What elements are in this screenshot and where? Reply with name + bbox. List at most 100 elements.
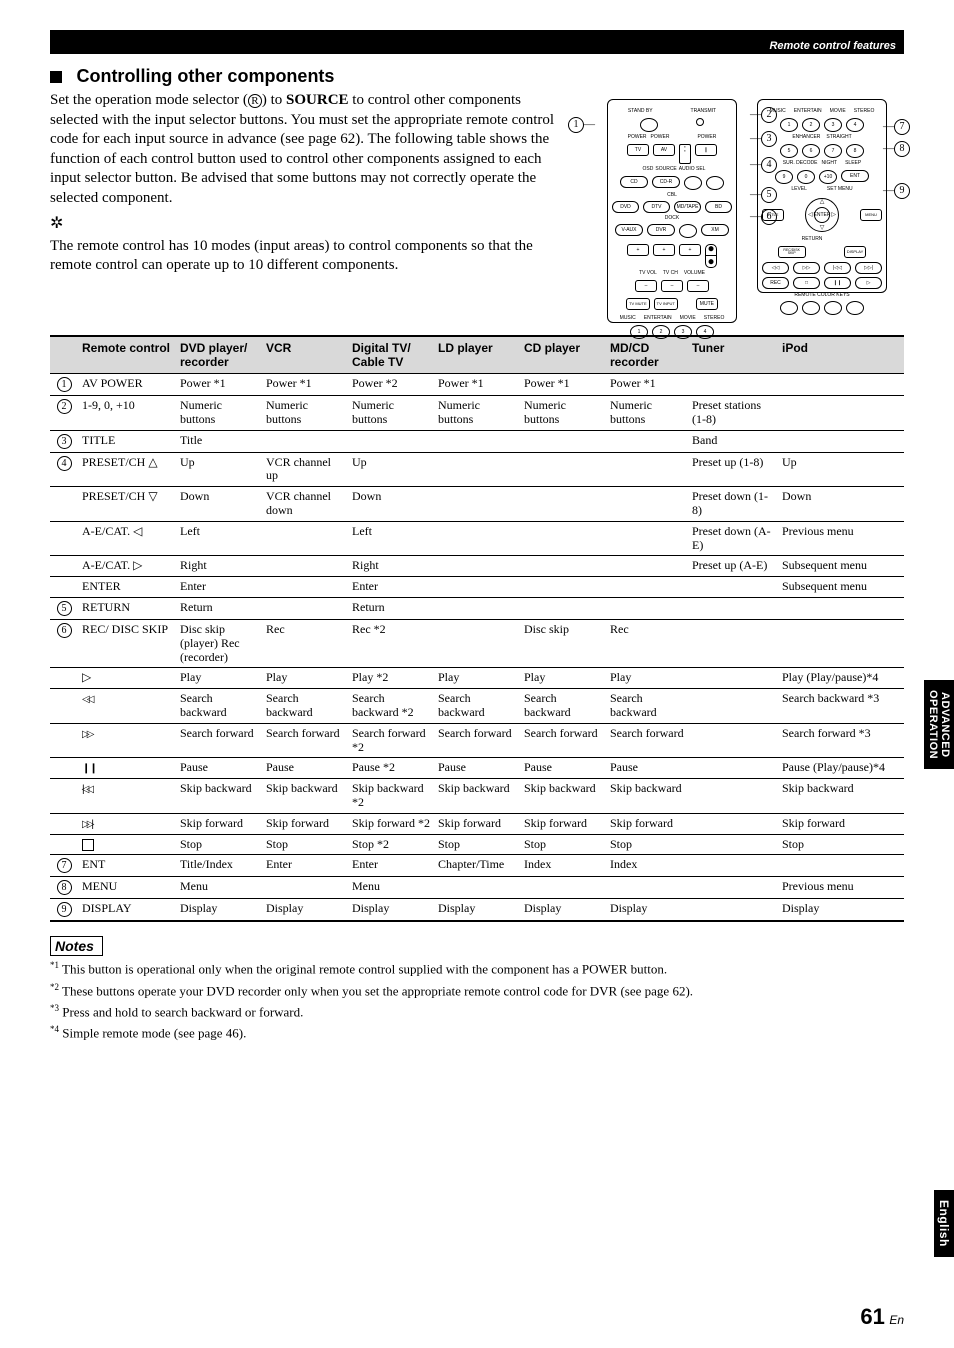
cell: Pause: [176, 758, 262, 779]
intro-paragraph: Set the operation mode selector (R) to S…: [50, 91, 570, 208]
heading: Controlling other components: [76, 66, 334, 86]
table-row: 4PRESET/CH △UpVCR channel upUpPreset up …: [50, 452, 904, 487]
cell: [688, 813, 778, 834]
cell: Play: [262, 668, 348, 689]
cell: [606, 556, 688, 577]
cell: Search forward: [606, 723, 688, 758]
table-body: 1AV POWERPower *1Power *1Power *2Power *…: [50, 374, 904, 922]
cell: Skip forward: [606, 813, 688, 834]
note-item: *4 Simple remote mode (see page 46).: [50, 1024, 904, 1041]
dtri-right-icon: [82, 728, 91, 740]
cell: [688, 834, 778, 855]
cell: Down: [348, 487, 434, 522]
table-row: 21-9, 0, +10Numeric buttonsNumeric butto…: [50, 396, 904, 431]
cell: [778, 374, 904, 396]
row-remote-control: [78, 813, 176, 834]
cell: Search forward: [520, 723, 606, 758]
cell: Display: [778, 899, 904, 922]
cell: Subsequent menu: [778, 577, 904, 598]
section-title: Remote control features: [50, 38, 904, 54]
cell: Enter: [262, 855, 348, 877]
cell: [262, 597, 348, 619]
table-row: Skip backwardSkip backwardSkip backward …: [50, 779, 904, 814]
callout-9: —9: [883, 183, 910, 199]
th-ipod: iPod: [778, 336, 904, 374]
cell: Previous menu: [778, 877, 904, 899]
cell: [520, 430, 606, 452]
pause-icon: [82, 762, 97, 774]
row-callout-number: 7: [50, 855, 78, 877]
cell: Return: [348, 597, 434, 619]
cell: Left: [348, 521, 434, 556]
dtri-left-icon: [82, 693, 91, 705]
cell: Numeric buttons: [348, 396, 434, 431]
row-callout-number: 2: [50, 396, 78, 431]
callout-7: —7: [883, 119, 910, 135]
row-callout-number: [50, 779, 78, 814]
row-remote-control: [78, 723, 176, 758]
th-ld: LD player: [434, 336, 520, 374]
table-row: 1AV POWERPower *1Power *1Power *2Power *…: [50, 374, 904, 396]
cell: Display: [348, 899, 434, 922]
row-remote-control: [78, 689, 176, 724]
cell: Search backward: [262, 689, 348, 724]
notes-list: *1 This button is operational only when …: [50, 960, 904, 1041]
tip-icon: ✲: [50, 214, 570, 235]
th-dtv: Digital TV/ Cable TV: [348, 336, 434, 374]
table-row: PlayPlayPlay *2PlayPlayPlayPlay (Play/pa…: [50, 668, 904, 689]
cell: Skip forward: [262, 813, 348, 834]
cell: [688, 899, 778, 922]
cell: [778, 597, 904, 619]
note-item: *3 Press and hold to search backward or …: [50, 1003, 904, 1020]
cell: Search forward *3: [778, 723, 904, 758]
cell: [520, 487, 606, 522]
heading-bullet-icon: [50, 71, 62, 83]
cell: VCR channel up: [262, 452, 348, 487]
row-callout-number: [50, 556, 78, 577]
cell: [262, 877, 348, 899]
row-callout-number: 6: [50, 619, 78, 667]
cell: [688, 668, 778, 689]
cell: [688, 758, 778, 779]
remote-a: STAND BYTRANSMIT POWERPOWERPOWER TVAV▪▪❙…: [607, 99, 737, 323]
row-callout-number: 9: [50, 899, 78, 922]
row-remote-control: PRESET/CH △: [78, 452, 176, 487]
cell: [262, 430, 348, 452]
cell: Skip forward: [520, 813, 606, 834]
cell: Play (Play/pause)*4: [778, 668, 904, 689]
cell: Play: [606, 668, 688, 689]
remote-diagram: STAND BYTRANSMIT POWERPOWERPOWER TVAV▪▪❙…: [590, 99, 904, 323]
cell: [520, 556, 606, 577]
cell: Power *2: [348, 374, 434, 396]
cell: Band: [688, 430, 778, 452]
cell: Right: [176, 556, 262, 577]
cell: [262, 577, 348, 598]
row-callout-number: 8: [50, 877, 78, 899]
notes-section: Notes *1 This button is operational only…: [50, 922, 904, 1041]
cell: [688, 723, 778, 758]
row-remote-control: [78, 668, 176, 689]
cell: Down: [778, 487, 904, 522]
th-dvd: DVD player/ recorder: [176, 336, 262, 374]
cell: [606, 430, 688, 452]
cell: [348, 430, 434, 452]
cell: Pause (Play/pause)*4: [778, 758, 904, 779]
table-row: StopStopStop *2StopStopStopStop: [50, 834, 904, 855]
row-callout-number: [50, 813, 78, 834]
cell: Search backward: [520, 689, 606, 724]
cell: Search backward: [606, 689, 688, 724]
table-row: 3TITLETitleBand: [50, 430, 904, 452]
cell: Skip backward: [176, 779, 262, 814]
cell: [520, 597, 606, 619]
row-remote-control: A-E/CAT. ◁: [78, 521, 176, 556]
row-remote-control: TITLE: [78, 430, 176, 452]
cell: Play *2: [348, 668, 434, 689]
th-num: [50, 336, 78, 374]
cell: Stop: [262, 834, 348, 855]
cell: [688, 597, 778, 619]
cell: Skip forward: [778, 813, 904, 834]
cell: Enter: [348, 855, 434, 877]
note-item: *2 These buttons operate your DVD record…: [50, 982, 904, 999]
row-callout-number: [50, 487, 78, 522]
row-callout-number: [50, 834, 78, 855]
